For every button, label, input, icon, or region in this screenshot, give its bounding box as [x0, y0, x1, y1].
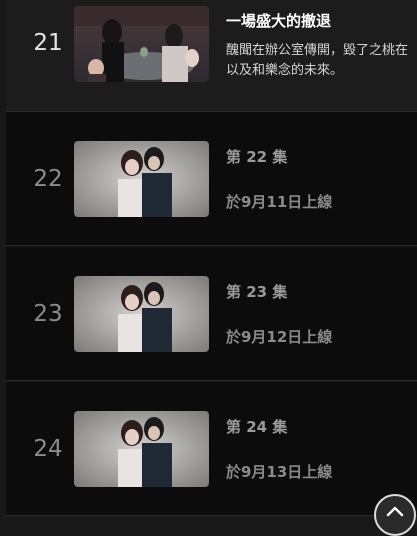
scroll-to-top-button[interactable]: [374, 494, 416, 536]
episode-row-23[interactable]: 23 第 23 集 於9月12日上線: [6, 247, 417, 381]
episode-thumbnail[interactable]: [74, 6, 209, 82]
episode-info: 第 23 集 於9月12日上線: [226, 281, 417, 347]
episode-row-21[interactable]: 21 一場盛大的撤退 醜聞在辦公室傳開，毀了之桃在 以及和樂念的未來。: [6, 0, 417, 112]
episode-info: 第 24 集 於9月13日上線: [226, 416, 417, 482]
release-date: 於9月12日上線: [226, 328, 333, 346]
episode-number: 24: [33, 436, 63, 462]
release-date: 於9月13日上線: [226, 463, 333, 481]
episode-title: 第 22 集: [226, 148, 288, 166]
release-date: 於9月11日上線: [226, 193, 333, 211]
episode-number: 22: [33, 166, 63, 192]
episode-title: 第 23 集: [226, 283, 288, 301]
episode-row-22[interactable]: 22 第 22 集 於9月11日上線: [6, 112, 417, 246]
episode-row-24[interactable]: 24 第 24 集 於9月13日上線: [6, 382, 417, 516]
episode-description-line: 醜聞在辦公室傳開，毀了之桃在: [226, 43, 409, 58]
episode-number: 21: [33, 30, 63, 56]
episode-description-line: 以及和樂念的未來。: [226, 63, 344, 78]
episode-info: 第 22 集 於9月11日上線: [226, 146, 417, 212]
episode-info: 一場盛大的撤退 醜聞在辦公室傳開，毀了之桃在 以及和樂念的未來。: [226, 10, 417, 81]
episode-description: 醜聞在辦公室傳開，毀了之桃在 以及和樂念的未來。: [226, 41, 417, 81]
episode-title: 一場盛大的撤退: [226, 12, 332, 30]
chevron-up-icon: [386, 506, 404, 517]
episode-thumbnail[interactable]: [74, 141, 209, 217]
episode-title: 第 24 集: [226, 418, 288, 436]
episode-thumbnail[interactable]: [74, 276, 209, 352]
episode-list: 21 一場盛大的撤退 醜聞在辦公室傳開，毀了之桃在 以及和樂念的未來。 22 第…: [0, 0, 417, 536]
episode-number: 23: [33, 301, 63, 327]
episode-thumbnail[interactable]: [74, 411, 209, 487]
